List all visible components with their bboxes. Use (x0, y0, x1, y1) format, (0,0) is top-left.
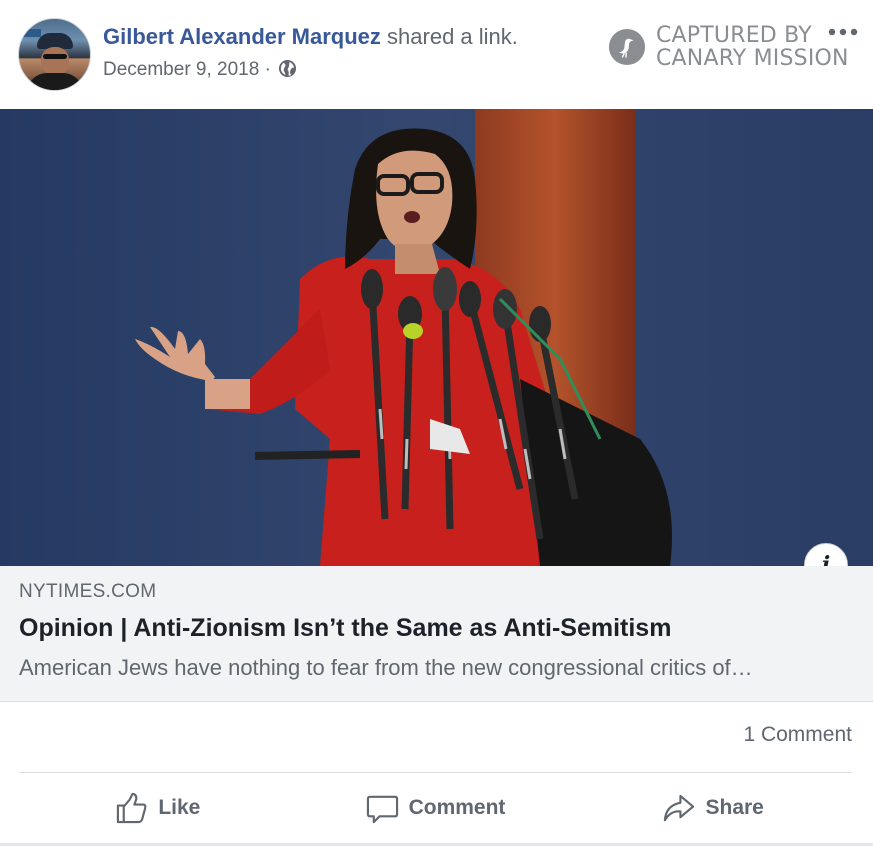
comment-button[interactable]: Comment (297, 780, 575, 836)
link-title[interactable]: Opinion | Anti-Zionism Isn’t the Same as… (19, 614, 671, 643)
watermark-line-1: CAPTURED BY (656, 23, 812, 48)
share-arrow-icon (664, 794, 695, 821)
share-button[interactable]: Share (574, 780, 852, 836)
post-date[interactable]: December 9, 2018 (103, 59, 259, 80)
share-label: Share (705, 796, 764, 819)
canary-mission-watermark: CAPTURED BY CANARY MISSION (608, 24, 849, 70)
author-name-link[interactable]: Gilbert Alexander Marquez (103, 24, 381, 49)
author-avatar[interactable] (18, 18, 91, 91)
link-preview-image[interactable] (0, 109, 873, 566)
facebook-post: Gilbert Alexander Marquez shared a link.… (0, 0, 873, 846)
comment-count-link[interactable]: 1 Comment (743, 723, 852, 747)
link-domain: NYTIMES.COM (19, 581, 157, 602)
comment-label: Comment (408, 796, 506, 819)
link-preview-card[interactable]: NYTIMES.COM Opinion | Anti-Zionism Isn’t… (0, 566, 873, 702)
post-actions-bar: Like Comment Share (19, 780, 852, 836)
post-meta: December 9, 2018 · (103, 58, 297, 82)
shared-link-text: shared a link. (380, 24, 518, 49)
link-description: American Jews have nothing to fear from … (19, 655, 753, 680)
canary-bird-icon (608, 28, 646, 66)
speech-bubble-icon (366, 795, 398, 823)
post-header-line: Gilbert Alexander Marquez shared a link. (103, 23, 518, 51)
thumbs-up-icon (117, 792, 147, 823)
more-options-icon[interactable] (828, 27, 858, 37)
actions-divider (19, 772, 852, 773)
like-label: Like (158, 796, 201, 819)
watermark-line-2: CANARY MISSION (656, 46, 849, 71)
like-button[interactable]: Like (19, 780, 297, 836)
press-conference-photo (0, 109, 873, 566)
globe-icon[interactable] (278, 59, 297, 78)
meta-separator: · (259, 59, 277, 80)
